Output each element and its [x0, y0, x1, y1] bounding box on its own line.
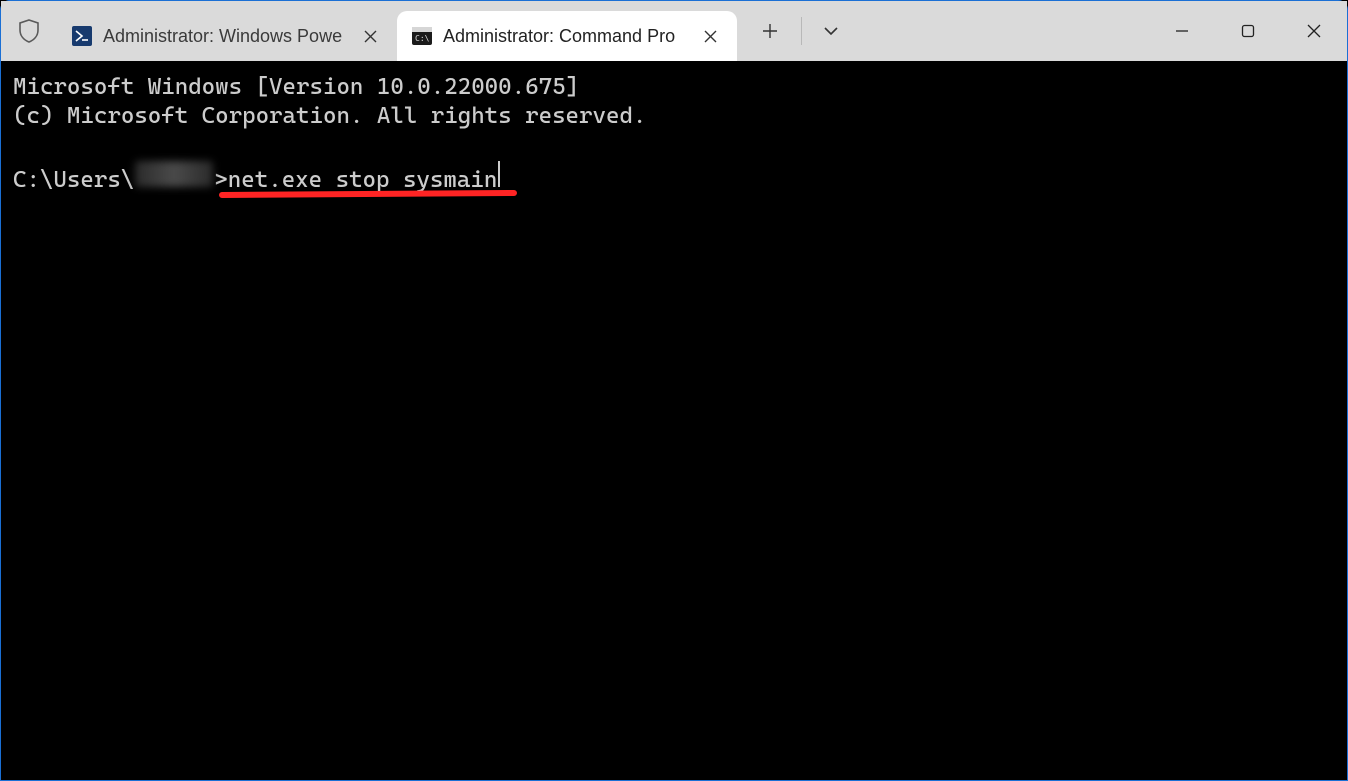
- annotation-underline: [219, 190, 517, 198]
- powershell-icon: [71, 25, 93, 47]
- svg-text:C:\: C:\: [415, 34, 430, 43]
- banner-line: (c) Microsoft Corporation. All rights re…: [13, 102, 1335, 131]
- titlebar-drag-region[interactable]: [856, 1, 1149, 61]
- new-tab-button[interactable]: [743, 1, 797, 61]
- maximize-button[interactable]: [1215, 1, 1281, 61]
- text-cursor: [498, 161, 500, 187]
- shield-icon: [1, 1, 57, 61]
- blank-line: [13, 132, 1335, 161]
- tab-powershell[interactable]: Administrator: Windows Powe: [57, 11, 397, 61]
- prompt-prefix: C:\Users\: [13, 166, 134, 195]
- terminal-output[interactable]: Microsoft Windows [Version 10.0.22000.67…: [1, 61, 1347, 780]
- banner-line: Microsoft Windows [Version 10.0.22000.67…: [13, 73, 1335, 102]
- prompt-line: C:\Users\>net.exe stop sysmain: [13, 161, 1335, 195]
- close-tab-button[interactable]: [697, 23, 723, 49]
- new-tab-dropdown[interactable]: [806, 1, 856, 61]
- minimize-button[interactable]: [1149, 1, 1215, 61]
- tab-cmd[interactable]: C:\ Administrator: Command Pro: [397, 11, 737, 61]
- close-window-button[interactable]: [1281, 1, 1347, 61]
- close-tab-button[interactable]: [357, 23, 383, 49]
- window-controls: [1149, 1, 1347, 61]
- tab-title: Administrator: Command Pro: [443, 26, 687, 47]
- tab-title: Administrator: Windows Powe: [103, 26, 347, 47]
- tab-strip: Administrator: Windows Powe C:\ Administ…: [57, 1, 737, 61]
- redacted-username: [135, 161, 213, 187]
- cmd-icon: C:\: [411, 25, 433, 47]
- divider: [801, 17, 802, 45]
- titlebar: Administrator: Windows Powe C:\ Administ…: [1, 1, 1347, 61]
